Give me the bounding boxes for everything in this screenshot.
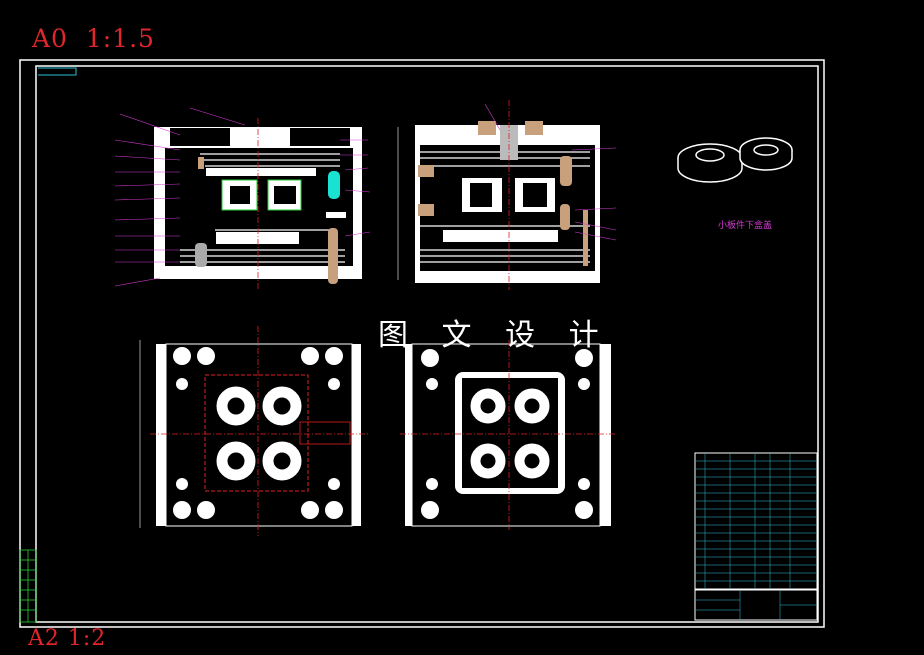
title-block-icon: [694, 589, 818, 621]
fixed-half-plan-view-icon: [400, 340, 616, 530]
main-section-view-icon: [114, 107, 371, 290]
drawing-number-corner: [38, 67, 77, 76]
part-3d-icon: [677, 137, 793, 183]
watermark-text: 图 文 设 计: [378, 318, 611, 353]
side-section-view-icon: [397, 100, 617, 290]
bom-table-icon: [694, 452, 818, 590]
revision-strip-icon: [19, 549, 37, 623]
moving-half-plan-view-icon: [139, 326, 368, 536]
part-caption: 小板件下盒盖: [718, 221, 773, 231]
